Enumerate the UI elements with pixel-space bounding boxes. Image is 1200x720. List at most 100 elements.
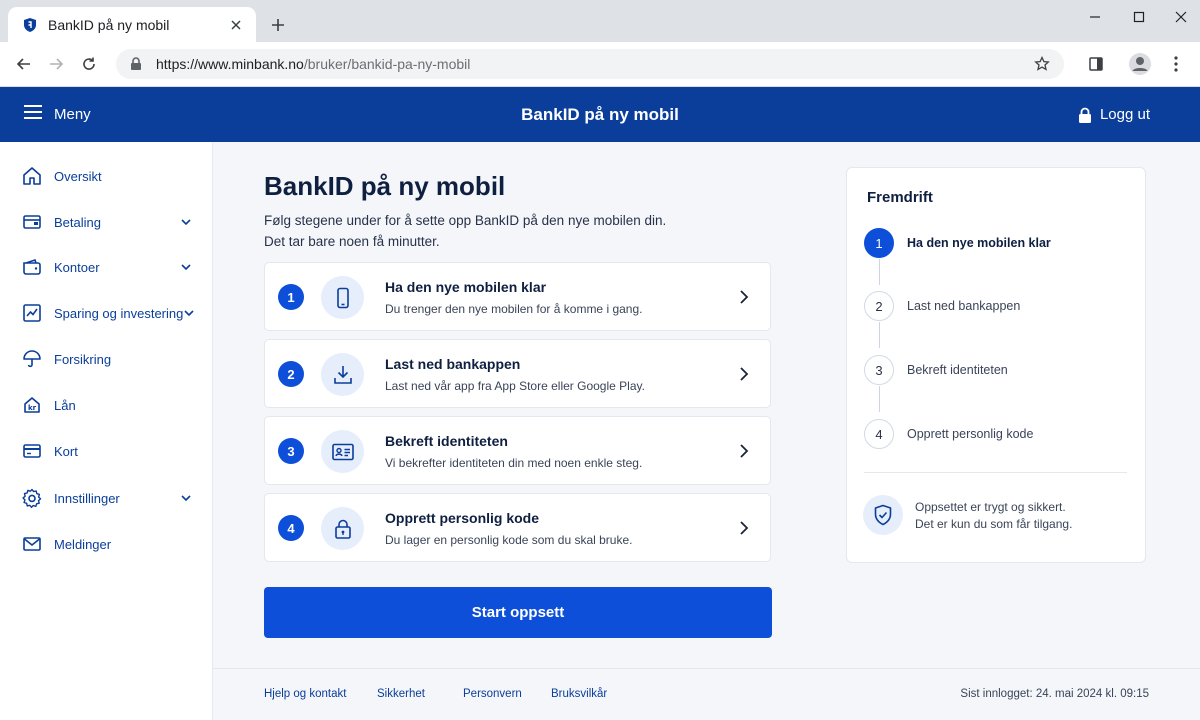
forward-arrow-icon[interactable] [42, 50, 70, 78]
sidebar-item-kort[interactable]: Kort [0, 433, 212, 469]
step-card-2[interactable]: 2 Last ned bankappen Last ned vår app fr… [264, 339, 771, 408]
url-path: /bruker/bankid-pa-ny-mobil [303, 56, 471, 72]
main-content: BankID på ny mobil Følg stegene under fo… [213, 142, 1200, 668]
chevron-down-icon[interactable] [180, 216, 192, 228]
sidebar-item-label: Forsikring [54, 351, 112, 367]
footer-link-terms[interactable]: Bruksvilkår [551, 688, 607, 700]
sidebar-item-forsikring[interactable]: Forsikring [0, 341, 212, 377]
page-title: BankID på ny mobil [264, 171, 506, 201]
chart-icon [22, 303, 42, 323]
chevron-right-icon [736, 520, 752, 536]
home-icon [22, 166, 42, 186]
url-host: https://www.minbank.no [156, 56, 304, 72]
security-note-line: Oppsettet er trygt og sikkert. [915, 500, 1066, 514]
footer-link-security[interactable]: Sikkerhet [377, 688, 425, 700]
step-number: 4 [278, 515, 304, 541]
download-icon [321, 353, 364, 396]
start-setup-button[interactable]: Start oppsett [264, 587, 772, 638]
step-title: Ha den nye mobilen klar [385, 279, 547, 295]
sidebar-item-lan[interactable]: kr Lån [0, 387, 212, 423]
step-number: 1 [278, 284, 304, 310]
logout-button[interactable]: Logg ut [1078, 87, 1150, 142]
address-bar[interactable]: https://www.minbank.no/bruker/bankid-pa-… [116, 49, 1064, 79]
purse-icon [22, 257, 42, 277]
sidebar: Oversikt Betaling Kontoer Sparing og inv… [0, 142, 213, 720]
header-title: BankID på ny mobil [521, 105, 679, 124]
step-number: 3 [278, 438, 304, 464]
progress-step-number: 1 [864, 228, 894, 258]
progress-step-number: 3 [864, 355, 894, 385]
browser-tab[interactable]: BankID på ny mobil [8, 7, 256, 42]
step-description: Vi bekrefter identiteten din med noen en… [385, 456, 643, 470]
progress-step-number: 4 [864, 419, 894, 449]
phone-icon [321, 276, 364, 319]
tab-title: BankID på ny mobil [48, 16, 170, 33]
sidebar-item-label: Kontoer [54, 259, 100, 275]
footer-link-privacy[interactable]: Personvern [463, 688, 522, 700]
page-subtitle: Følg stegene under for å sette opp BankI… [264, 210, 764, 252]
house-loan-icon: kr [22, 395, 42, 415]
reload-icon[interactable] [75, 50, 103, 78]
progress-connector [879, 322, 880, 348]
browser-chrome: BankID på ny mobil https://www.minbank.n… [0, 0, 1200, 87]
window-close-icon[interactable] [1166, 6, 1196, 28]
secure-lock-icon[interactable] [128, 56, 144, 72]
step-number: 2 [278, 361, 304, 387]
security-note-line: Det er kun du som får tilgang. [915, 517, 1073, 531]
step-card-1[interactable]: 1 Ha den nye mobilen klar Du trenger den… [264, 262, 771, 331]
back-arrow-icon[interactable] [10, 50, 38, 78]
sidebar-item-sparing[interactable]: Sparing og investering [0, 295, 212, 331]
padlock-icon [1078, 107, 1091, 123]
chevron-right-icon [736, 289, 752, 305]
progress-step-label: Opprett personlig kode [907, 427, 1034, 441]
sidebar-item-label: Lån [54, 397, 76, 413]
logout-label: Logg ut [1099, 106, 1150, 123]
chevron-down-icon[interactable] [183, 307, 195, 319]
security-note: Oppsettet er trygt og sikkert. Det er ku… [915, 499, 1072, 533]
progress-step-2: 2 Last ned bankappen [864, 290, 1020, 322]
chevron-right-icon [736, 443, 752, 459]
tab-close-icon[interactable] [226, 15, 246, 35]
shield-check-icon [863, 495, 903, 535]
step-title: Opprett personlig kode [385, 510, 540, 526]
site-header: Meny BankID på ny mobil Logg ut [0, 87, 1200, 142]
step-card-4[interactable]: 4 Opprett personlig kode Du lager en per… [264, 493, 771, 562]
sidebar-item-kontoer[interactable]: Kontoer [0, 249, 212, 285]
menu-label: Meny [54, 106, 91, 123]
footer: Hjelp og kontakt Sikkerhet Personvern Br… [213, 668, 1200, 720]
minimize-icon[interactable] [1080, 6, 1110, 28]
card-icon [22, 441, 42, 461]
sidebar-item-innstillinger[interactable]: Innstillinger [0, 480, 212, 516]
bookmark-star-icon[interactable] [1032, 54, 1052, 74]
sidebar-item-label: Meldinger [54, 536, 112, 552]
progress-title: Fremdrift [867, 189, 933, 206]
sidebar-item-oversikt[interactable]: Oversikt [0, 158, 212, 194]
step-card-3[interactable]: 3 Bekreft identiteten Vi bekrefter ident… [264, 416, 771, 485]
svg-text:kr: kr [28, 404, 37, 412]
wallet-icon [22, 212, 42, 232]
new-tab-icon[interactable] [266, 13, 290, 37]
menu-button[interactable]: Meny [24, 87, 91, 142]
chevron-down-icon[interactable] [180, 261, 192, 273]
url-text: https://www.minbank.no/bruker/bankid-pa-… [156, 56, 1032, 72]
progress-step-1: 1 Ha den nye mobilen klar [864, 227, 1051, 259]
subtitle-line: Det tar bare noen få minutter. [264, 234, 440, 249]
maximize-icon[interactable] [1124, 6, 1154, 28]
chevron-down-icon[interactable] [180, 492, 192, 504]
step-title: Bekreft identiteten [385, 433, 508, 449]
sidebar-item-label: Betaling [54, 214, 101, 230]
bank-favicon-icon [22, 17, 38, 33]
lock-icon [321, 507, 364, 550]
sidebar-item-betaling[interactable]: Betaling [0, 204, 212, 240]
umbrella-icon [22, 349, 42, 369]
side-panel-icon[interactable] [1082, 50, 1110, 78]
profile-avatar-icon[interactable] [1126, 50, 1154, 78]
sidebar-item-label: Innstillinger [54, 490, 120, 506]
browser-menu-icon[interactable] [1162, 50, 1190, 78]
subtitle-line: Følg stegene under for å sette opp BankI… [264, 213, 667, 228]
sidebar-item-label: Kort [54, 443, 78, 459]
footer-link-help[interactable]: Hjelp og kontakt [264, 688, 346, 700]
sidebar-item-meldinger[interactable]: Meldinger [0, 526, 212, 562]
progress-connector [879, 259, 880, 285]
gear-icon [22, 488, 42, 508]
